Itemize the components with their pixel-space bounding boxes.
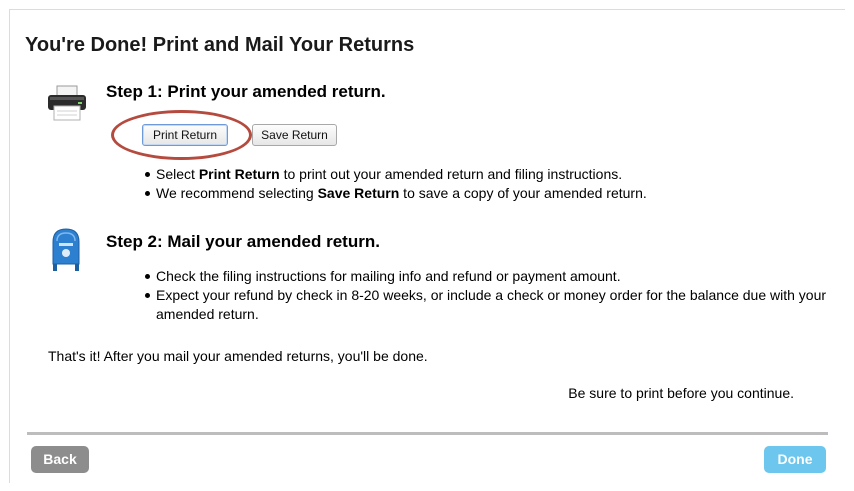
step2-title: Step 2: Mail your amended return. — [106, 232, 380, 251]
mailbox-icon — [47, 226, 85, 272]
done-button[interactable]: Done — [764, 446, 826, 473]
page-title: You're Done! Print and Mail Your Returns — [25, 34, 415, 56]
list-item: Check the filing instructions for mailin… — [143, 267, 833, 286]
printer-icon — [47, 85, 87, 121]
step1-bullet-list: Select Print Return to print out your am… — [143, 165, 743, 203]
footer-divider — [27, 432, 828, 435]
step2-bullet-list: Check the filing instructions for mailin… — [143, 267, 833, 324]
step1-title: Step 1: Print your amended return. — [106, 82, 386, 101]
list-item: We recommend selecting Save Return to sa… — [143, 184, 743, 203]
list-item: Select Print Return to print out your am… — [143, 165, 743, 184]
list-item: Expect your refund by check in 8-20 week… — [143, 286, 833, 324]
print-return-button[interactable]: Print Return — [142, 124, 228, 146]
save-return-bold: Save Return — [317, 185, 400, 201]
print-note: Be sure to print before you continue. — [568, 385, 794, 401]
save-return-button[interactable]: Save Return — [252, 124, 337, 146]
closing-text: That's it! After you mail your amended r… — [48, 348, 428, 364]
print-return-bold: Print Return — [198, 166, 280, 182]
back-button[interactable]: Back — [31, 446, 89, 473]
